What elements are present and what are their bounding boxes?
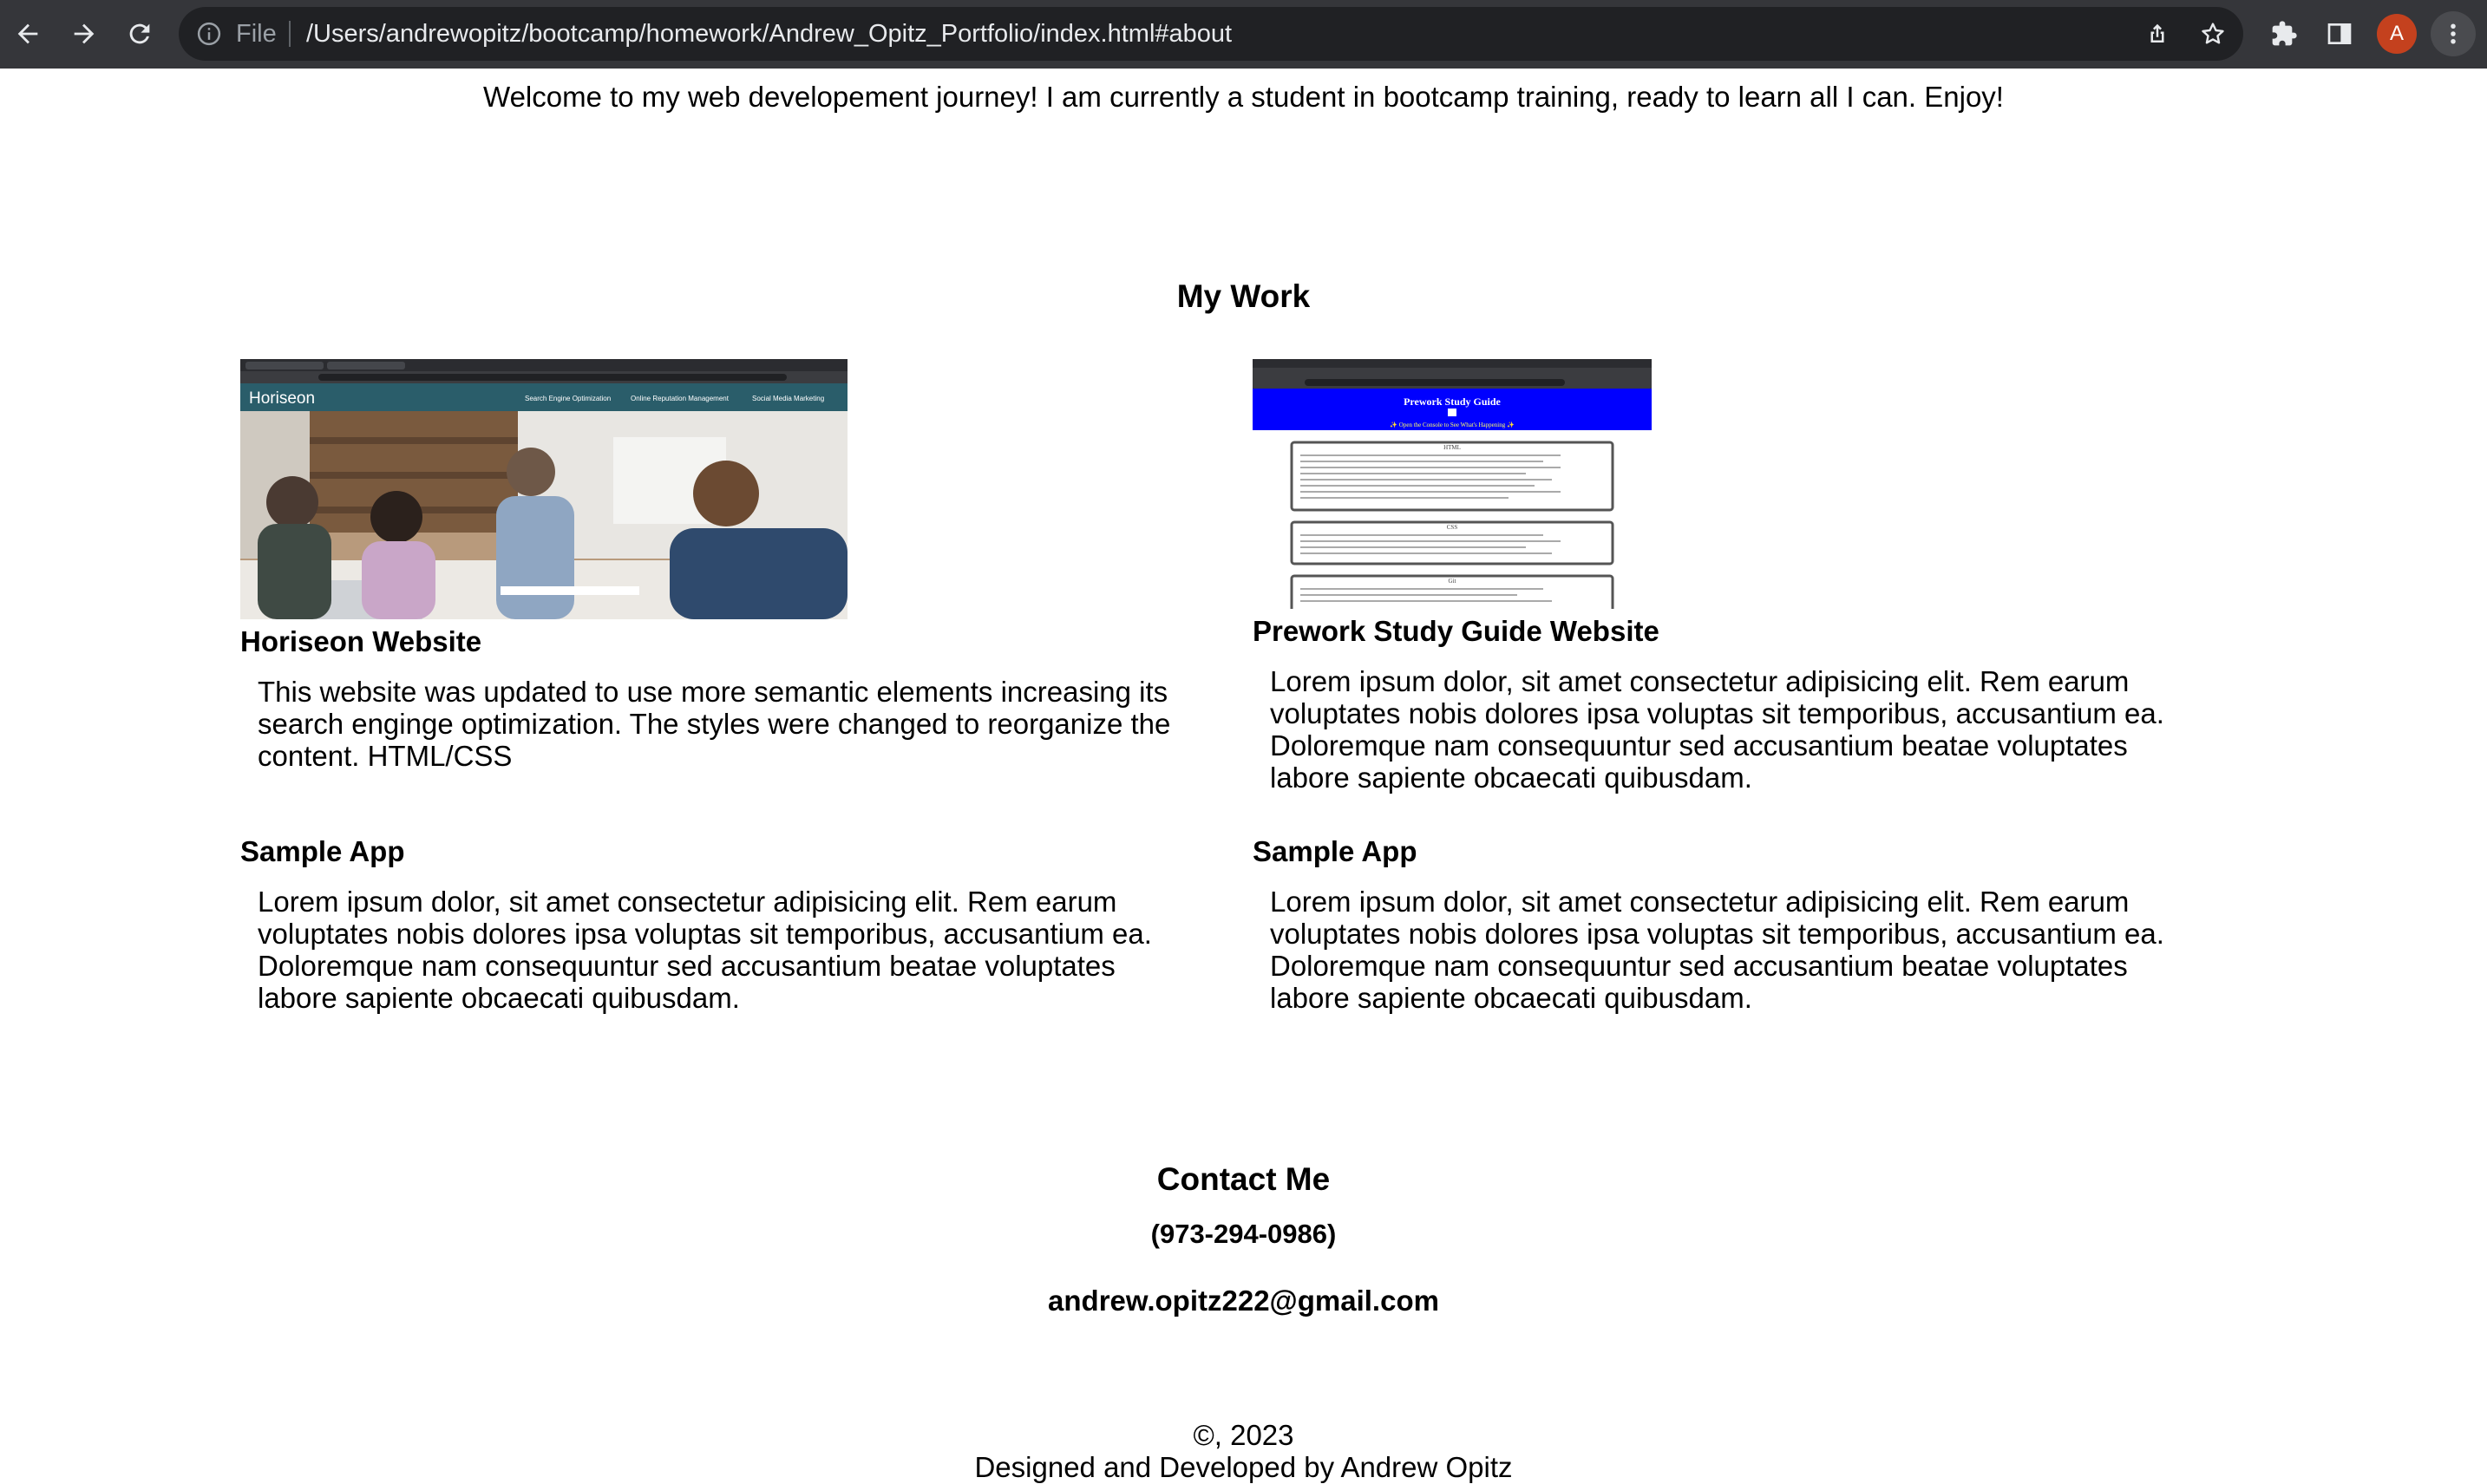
star-icon[interactable]: [2198, 19, 2228, 49]
address-bar[interactable]: File /Users/andrewopitz/bootcamp/homewor…: [179, 7, 2243, 61]
prework-section-git: Git: [1449, 578, 1456, 585]
contact-heading: Contact Me: [1156, 1161, 1331, 1197]
horiseon-nav-item: Search Engine Optimization: [525, 395, 611, 402]
scheme-label: File: [236, 20, 277, 48]
project-title-sample-app-left[interactable]: Sample App: [240, 834, 404, 869]
my-work-heading: My Work: [1176, 278, 1311, 314]
email-address[interactable]: andrew.opitz222@gmail.com: [0, 1284, 2487, 1318]
horiseon-nav-item: Social Media Marketing: [752, 395, 824, 402]
share-icon[interactable]: [2143, 19, 2172, 49]
horiseon-brand: Horiseon: [249, 389, 315, 408]
credit-text: Designed and Developed by Andrew Opitz: [974, 1451, 1513, 1483]
prework-screenshot[interactable]: Prework Study Guide ✨ Open the Console t…: [1253, 359, 1652, 609]
project-desc-horiseon: This website was updated to use more sem…: [258, 676, 1171, 772]
extensions-puzzle-icon[interactable]: [2266, 16, 2302, 52]
project-desc-prework: Lorem ipsum dolor, sit amet consectetur …: [1270, 665, 2164, 794]
side-panel-icon[interactable]: [2321, 16, 2358, 52]
url-text[interactable]: /Users/andrewopitz/bootcamp/homework/And…: [306, 7, 1232, 61]
project-title-prework[interactable]: Prework Study Guide Website: [1253, 614, 1659, 649]
info-icon[interactable]: [196, 21, 222, 47]
project-desc-sample-app-right: Lorem ipsum dolor, sit amet consectetur …: [1270, 886, 2164, 1014]
horiseon-nav-item: Online Reputation Management: [631, 395, 730, 402]
horiseon-screenshot[interactable]: Horiseon Search Engine Optimization Onli…: [240, 359, 848, 619]
copyright-text: ©, 2023: [1193, 1419, 1294, 1451]
prework-section-css: CSS: [1447, 524, 1458, 531]
forward-arrow-icon[interactable]: [64, 14, 104, 54]
omnibox-divider: [289, 21, 291, 47]
browser-toolbar: File /Users/andrewopitz/bootcamp/homewor…: [0, 0, 2487, 69]
prework-section-html: HTML: [1443, 444, 1461, 451]
project-title-horiseon[interactable]: Horiseon Website: [240, 624, 481, 659]
project-title-sample-app-right[interactable]: Sample App: [1253, 834, 1417, 869]
profile-avatar[interactable]: A: [2377, 14, 2417, 54]
phone-number: (973-294-0986): [1150, 1219, 1337, 1249]
reload-icon[interactable]: [120, 14, 160, 54]
project-desc-sample-app-left: Lorem ipsum dolor, sit amet consectetur …: [258, 886, 1152, 1014]
kebab-menu-icon[interactable]: [2431, 11, 2476, 56]
prework-heading: Prework Study Guide: [1404, 396, 1501, 408]
back-arrow-icon[interactable]: [8, 14, 48, 54]
prework-subheading: ✨ Open the Console to See What's Happeni…: [1390, 421, 1515, 428]
welcome-text: Welcome to my web developement journey! …: [483, 81, 2004, 113]
